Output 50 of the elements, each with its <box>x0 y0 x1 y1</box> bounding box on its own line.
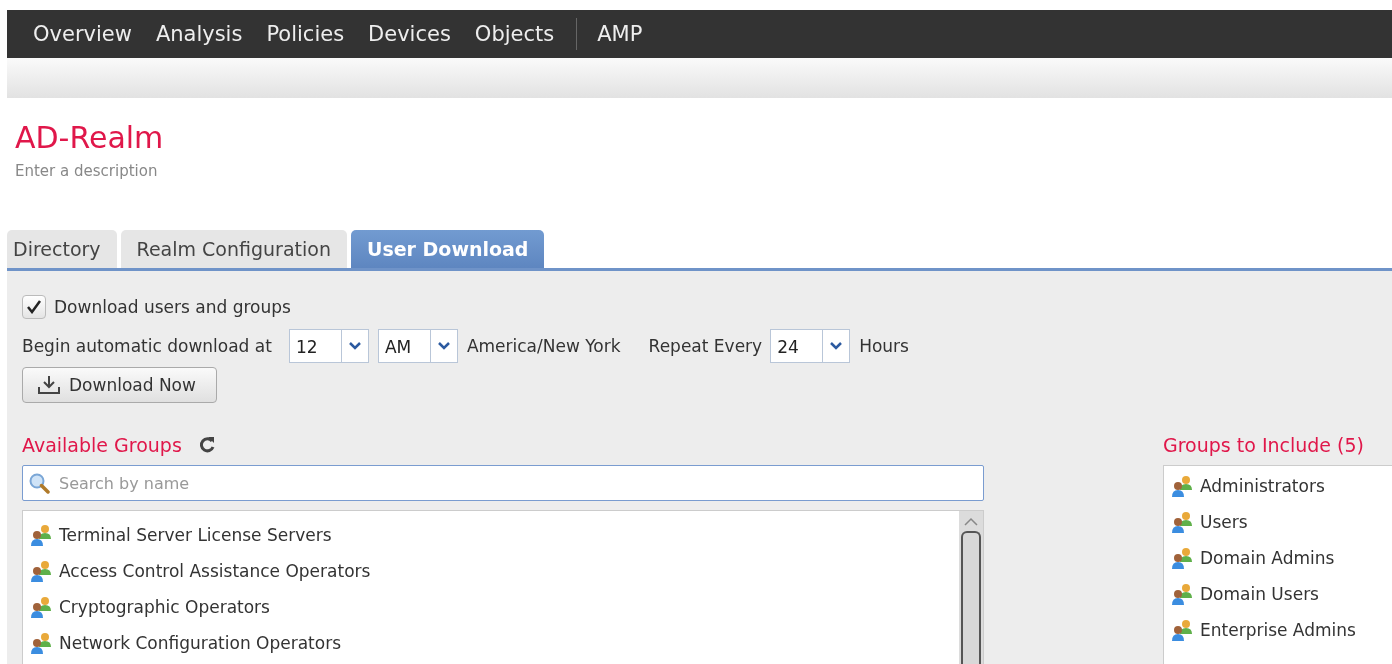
group-item[interactable]: Access Control Assistance Operators <box>59 561 371 581</box>
download-icon <box>37 375 61 395</box>
group-item[interactable]: Enterprise Admins <box>1200 620 1356 640</box>
scrollbar[interactable] <box>959 511 983 664</box>
group-item[interactable]: Domain Users <box>1200 584 1319 604</box>
group-item[interactable]: Administrators <box>1200 476 1325 496</box>
user-group-icon <box>29 595 53 619</box>
nav-item[interactable]: Devices <box>356 22 463 46</box>
check-icon <box>26 300 42 314</box>
download-now-button[interactable]: Download Now <box>22 367 217 403</box>
caret-icon <box>348 342 361 350</box>
caret-icon <box>830 342 843 350</box>
search-icon <box>28 472 50 494</box>
unit-text: Hours <box>859 336 909 356</box>
description-text[interactable]: Enter a description <box>15 162 1392 180</box>
nav-item[interactable]: Objects <box>462 22 567 46</box>
user-group-icon <box>1170 618 1194 642</box>
ampm-select[interactable]: AM <box>377 329 458 363</box>
timezone-text: America/New York <box>466 336 621 356</box>
search-field[interactable]: Search by name <box>22 465 984 501</box>
user-group-icon <box>29 631 53 655</box>
checkbox[interactable] <box>22 295 46 319</box>
user-group-icon <box>1170 474 1194 498</box>
group-item[interactable]: Cryptographic Operators <box>59 597 270 617</box>
refresh-icon[interactable] <box>197 436 216 454</box>
tab[interactable]: Realm Configuration <box>120 230 347 268</box>
tab[interactable]: Directory <box>7 230 117 268</box>
checkbox-label: Download users and groups <box>54 297 291 317</box>
group-item[interactable]: Users <box>1200 512 1248 532</box>
user-group-icon <box>29 523 53 547</box>
user-group-icon <box>29 559 53 583</box>
page-title: AD-Realm <box>15 120 165 156</box>
repeat-label: Repeat Every <box>648 336 763 356</box>
user-group-icon <box>1170 546 1194 570</box>
group-item[interactable]: Terminal Server License Servers <box>59 525 332 545</box>
scroll-up-icon[interactable] <box>964 517 978 527</box>
nav-item[interactable]: Policies <box>254 22 357 46</box>
hour-select[interactable]: 12 <box>288 329 369 363</box>
nav-item[interactable]: Analysis <box>143 22 255 46</box>
schedule-label: Begin automatic download at <box>22 336 272 356</box>
group-item[interactable]: Network Configuration Operators <box>59 633 342 653</box>
repeat-select[interactable]: 24 <box>770 329 851 363</box>
group-item[interactable]: Domain Admins <box>1200 548 1335 568</box>
nav-item[interactable]: Overview <box>21 22 144 46</box>
section-heading: Available Groups <box>22 434 182 456</box>
section-heading: Groups to Include (5) <box>1163 434 1364 456</box>
user-group-icon <box>1170 582 1194 606</box>
caret-icon <box>437 342 450 350</box>
user-group-icon <box>1170 510 1194 534</box>
nav-item[interactable]: AMP <box>585 22 655 46</box>
